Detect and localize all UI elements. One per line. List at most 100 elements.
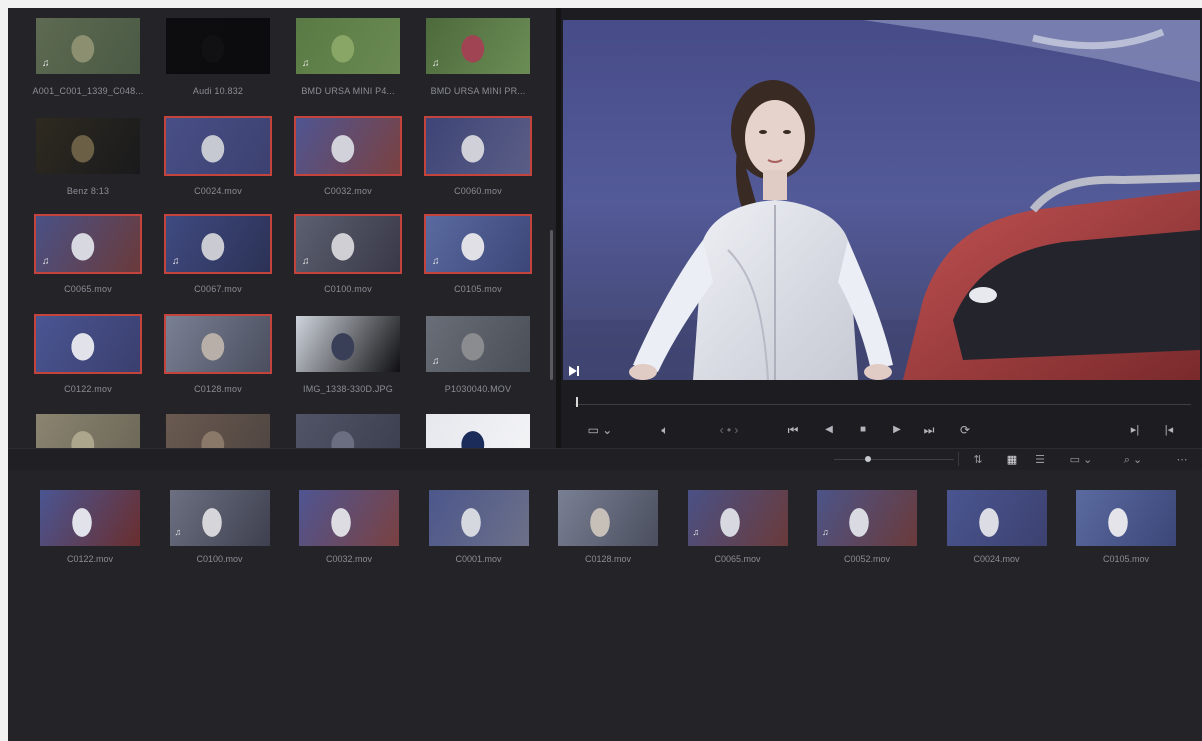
media-pool-scrollbar[interactable] [550, 230, 553, 380]
clip-thumbnail[interactable] [424, 116, 532, 176]
clip-thumbnail[interactable]: ♫ [294, 214, 402, 274]
strip-clip[interactable]: C0122.mov [40, 490, 140, 570]
strip-clip-thumbnail[interactable]: ♫ [817, 490, 917, 546]
clip-thumbnail[interactable] [34, 314, 142, 374]
clip-thumbnail[interactable] [294, 412, 402, 448]
strip-clip-label: C0128.mov [584, 554, 632, 564]
media-pool-clip[interactable]: ♫ C0100.mov [294, 214, 402, 302]
strip-clip[interactable]: ♫ C0100.mov [169, 490, 270, 570]
jog-control[interactable]: ‹ • › [707, 420, 751, 440]
grid-view-icon[interactable]: ▦ [1004, 452, 1020, 468]
mark-out-icon[interactable]: ▸| [1127, 420, 1143, 440]
timeline-scrubber[interactable] [575, 404, 1191, 405]
strip-clip[interactable]: ♫ C0052.mov [817, 490, 917, 570]
strip-clip-thumbnail[interactable]: ♫ [687, 490, 788, 546]
clip-thumbnail[interactable] [294, 314, 402, 374]
media-pool-clip[interactable]: C0024.mov [164, 116, 272, 204]
media-pool-clip[interactable]: ♫ C0105.mov [424, 214, 532, 302]
clip-thumbnail-image [296, 18, 400, 74]
media-pool-clip[interactable]: ♫ C0067.mov [164, 214, 272, 302]
media-pool-clip[interactable]: C0060.mov [424, 116, 532, 204]
prev-frame-icon[interactable]: ◀ [821, 420, 837, 440]
strip-clip-label: C0024.mov [973, 554, 1020, 564]
strip-clip-label: C0065.mov [714, 554, 761, 564]
zoom-slider-knob[interactable] [865, 456, 871, 462]
strip-clip[interactable]: ♫ C0065.mov [687, 490, 788, 570]
strip-clip[interactable]: C0128.mov [558, 490, 658, 570]
search-icon[interactable]: ⌕ ⌄ [1118, 452, 1148, 468]
viewer-mode-button[interactable]: ▭ ⌄ [585, 420, 615, 440]
strip-clip-thumbnail[interactable] [428, 490, 529, 546]
media-pool-clip[interactable]: ♫ C0065.mov [34, 214, 142, 302]
audio-icon: ♫ [432, 356, 440, 367]
clip-thumbnail[interactable]: ♫ [164, 214, 272, 274]
loop-icon[interactable]: ⟳ [957, 420, 973, 440]
clip-strip: C0122.mov ♫ C0100.mov C0032.mov C0001.mov C01… [8, 470, 1202, 741]
first-frame-icon[interactable]: ⏮ [785, 420, 801, 440]
last-frame-icon[interactable]: ⏭ [921, 420, 937, 440]
clip-thumbnail[interactable]: ♫ [294, 16, 402, 76]
mark-in-icon[interactable]: |◂ [1161, 420, 1177, 440]
clip-thumbnail-image [36, 316, 140, 372]
clip-thumbnail-image [426, 118, 530, 174]
strip-clip-thumbnail[interactable] [558, 490, 658, 546]
audio-icon: ♫ [42, 256, 50, 267]
strip-clip-thumbnail[interactable]: ♫ [169, 490, 270, 546]
clip-thumbnail[interactable] [424, 412, 532, 448]
media-pool-clip[interactable]: Benz 8:13 [34, 116, 142, 204]
clip-label: C0065.mov [64, 284, 112, 294]
strip-clip-label: C0001.mov [455, 554, 502, 564]
strip-clip[interactable]: C0032.mov [299, 490, 399, 570]
clip-thumbnail[interactable]: ♫ [34, 214, 142, 274]
clip-thumbnail[interactable] [294, 116, 402, 176]
media-pool-clip[interactable]: IMG_1338-330D.JPG [294, 314, 402, 402]
list-view-icon[interactable]: ☰ [1032, 452, 1048, 468]
media-pool-clip[interactable] [294, 412, 402, 448]
clip-thumbnail[interactable] [164, 16, 272, 76]
media-pool-clip[interactable]: Audi 10.832 [164, 16, 272, 104]
media-pool-clip[interactable] [34, 412, 142, 448]
viewer-frame[interactable] [563, 20, 1200, 380]
clip-thumbnail-image [36, 414, 140, 448]
play-icon[interactable]: ▶ [889, 420, 905, 440]
toolbar-divider [958, 452, 959, 466]
strip-clip-thumbnail[interactable] [299, 490, 399, 546]
strip-clip[interactable]: C0024.mov [946, 490, 1047, 570]
strip-clip-thumbnail[interactable] [1076, 490, 1176, 546]
media-pool-clip[interactable]: ♫ BMD URSA MINI PR... [424, 16, 532, 104]
clip-thumbnail[interactable]: ♫ [424, 314, 532, 374]
media-pool-clip[interactable]: ♫ P1030040.MOV [424, 314, 532, 402]
transport-controls: ▭ ⌄ 🔈︎ ‹ • › ⏮ ◀ ■ ▶ ⏭ ⟳ ▸| |◂ [561, 420, 1202, 442]
clip-label: A001_C001_1339_C048... [32, 86, 144, 96]
clip-thumbnail[interactable] [164, 314, 272, 374]
strip-clip-label: C0032.mov [325, 554, 373, 564]
clip-thumbnail[interactable]: ♫ [424, 214, 532, 274]
media-pool-clip[interactable]: C0122.mov [34, 314, 142, 402]
thumbnail-zoom-slider[interactable] [834, 459, 954, 460]
media-pool-clip[interactable] [164, 412, 272, 448]
stop-icon[interactable]: ■ [855, 420, 871, 440]
media-pool-clip[interactable]: ♫ A001_C001_1339_C048... [33, 16, 143, 104]
playhead[interactable] [576, 397, 578, 407]
clip-thumbnail-image [166, 18, 270, 74]
strip-clip[interactable]: C0105.mov [1076, 490, 1176, 570]
strip-clip[interactable]: C0001.mov [428, 490, 529, 570]
audio-icon[interactable]: 🔈︎ [657, 420, 673, 440]
media-pool-clip[interactable] [424, 412, 532, 448]
clip-thumbnail[interactable]: ♫ [424, 16, 532, 76]
clip-thumbnail[interactable] [164, 412, 272, 448]
clip-thumbnail[interactable] [34, 412, 142, 448]
more-options-icon[interactable]: ⋯ [1172, 452, 1192, 468]
sort-icon[interactable]: ⇅ [970, 452, 986, 468]
clip-thumbnail[interactable]: ♫ [34, 16, 142, 76]
clip-label: C0128.mov [194, 384, 242, 394]
strip-clip-thumbnail[interactable] [946, 490, 1047, 546]
media-pool-clip[interactable]: C0032.mov [294, 116, 402, 204]
media-pool-clip[interactable]: C0128.mov [164, 314, 272, 402]
clip-label: C0105.mov [454, 284, 502, 294]
strip-clip-thumbnail[interactable] [40, 490, 140, 546]
clip-thumbnail[interactable] [164, 116, 272, 176]
clip-thumbnail[interactable] [34, 116, 142, 176]
clip-size-dropdown[interactable]: ▭ ⌄ [1066, 452, 1096, 468]
media-pool-clip[interactable]: ♫ BMD URSA MINI P4... [294, 16, 402, 104]
